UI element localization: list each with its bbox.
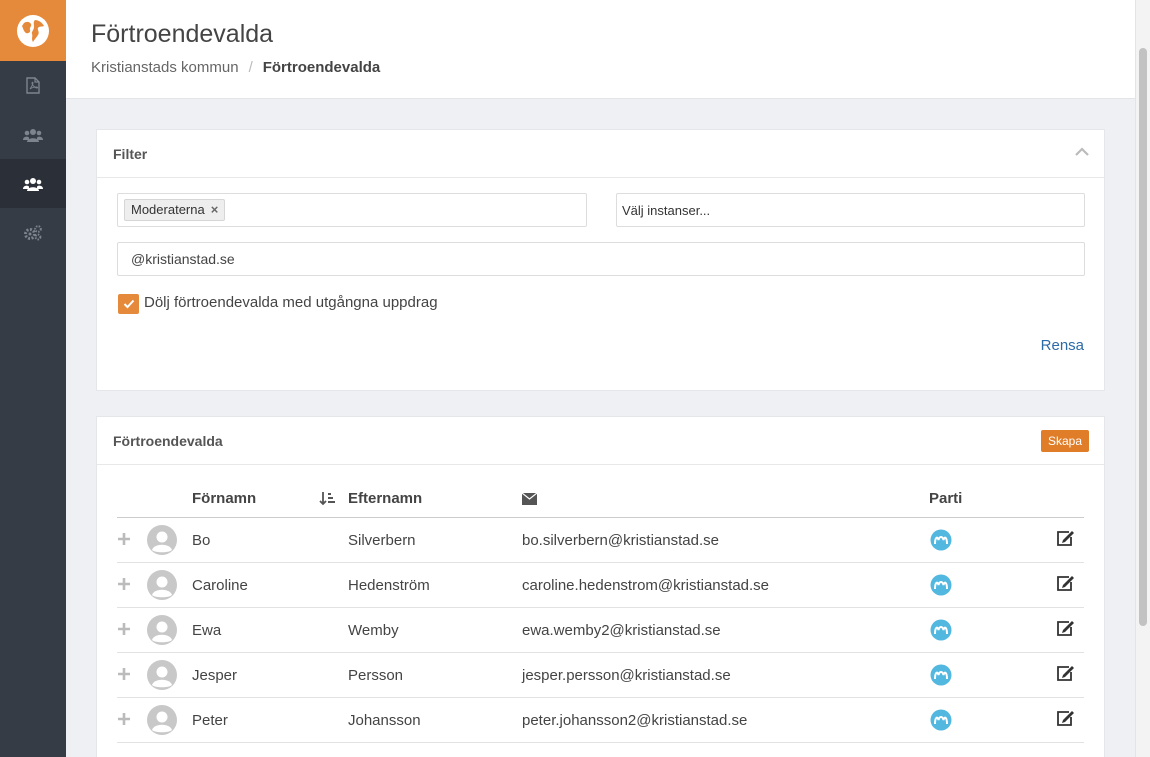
- cell-firstname: Peter: [192, 712, 228, 729]
- expand-plus-icon[interactable]: [117, 622, 131, 636]
- avatar-icon: [147, 615, 177, 645]
- edit-icon[interactable]: [1055, 619, 1075, 637]
- create-button[interactable]: Skapa: [1040, 430, 1089, 452]
- table-row[interactable]: Bo Silverbern bo.silverbern@kristianstad…: [117, 518, 1084, 563]
- breadcrumb: Kristianstads kommun / Förtroendevalda: [91, 59, 380, 76]
- column-firstname[interactable]: Förnamn: [192, 490, 256, 507]
- logo[interactable]: [0, 0, 66, 61]
- breadcrumb-separator: /: [248, 59, 253, 76]
- avatar-icon: [147, 705, 177, 735]
- cell-email[interactable]: peter.johansson2@kristianstad.se: [522, 712, 747, 729]
- avatar-icon: [147, 570, 177, 600]
- cell-email[interactable]: bo.silverbern@kristianstad.se: [522, 532, 719, 549]
- expand-plus-icon[interactable]: [117, 532, 131, 546]
- edit-icon[interactable]: [1055, 529, 1075, 547]
- table-row[interactable]: Caroline Hedenström caroline.hedenstrom@…: [117, 563, 1084, 608]
- check-icon: [123, 299, 134, 309]
- cogs-icon: [24, 224, 42, 240]
- sidebar-item-pdf[interactable]: [0, 61, 66, 110]
- hide-expired-checkbox[interactable]: [118, 294, 139, 314]
- cell-lastname: Johansson: [348, 712, 421, 729]
- cell-email[interactable]: caroline.hedenstrom@kristianstad.se: [522, 577, 769, 594]
- globe-logo-icon: [17, 14, 49, 47]
- cell-lastname: Wemby: [348, 622, 399, 639]
- party-tag: Moderaterna ×: [124, 199, 226, 221]
- table-row[interactable]: Ewa Wemby ewa.wemby2@kristianstad.se: [117, 608, 1084, 653]
- clear-filter-link[interactable]: Rensa: [1041, 337, 1084, 354]
- cell-email[interactable]: jesper.persson@kristianstad.se: [522, 667, 731, 684]
- list-panel-header: Förtroendevalda Skapa: [97, 417, 1104, 465]
- cell-firstname: Caroline: [192, 577, 248, 594]
- instances-placeholder: Välj instanser...: [622, 203, 711, 218]
- filter-panel: Filter Moderaterna × Välj instanser... @k…: [96, 129, 1105, 391]
- sidebar: [0, 0, 66, 757]
- scrollbar-thumb[interactable]: [1139, 48, 1147, 626]
- sidebar-item-groups[interactable]: [0, 110, 66, 159]
- hide-expired-label[interactable]: Dölj förtroendevalda med utgångna uppdra…: [144, 294, 438, 311]
- sidebar-item-settings[interactable]: [0, 208, 66, 257]
- filter-title: Filter: [113, 146, 148, 162]
- filter-panel-header[interactable]: Filter: [97, 130, 1104, 178]
- moderaterna-party-icon: [930, 529, 952, 551]
- chevron-up-icon[interactable]: [1075, 147, 1089, 156]
- column-party[interactable]: Parti: [929, 490, 962, 507]
- moderaterna-party-icon: [930, 619, 952, 641]
- avatar-icon: [147, 525, 177, 555]
- expand-plus-icon[interactable]: [117, 712, 131, 726]
- edit-icon[interactable]: [1055, 574, 1075, 592]
- list-title: Förtroendevalda: [113, 433, 223, 449]
- group-icon: [23, 177, 43, 191]
- party-tag-label: Moderaterna: [131, 202, 205, 217]
- breadcrumb-current: Förtroendevalda: [262, 59, 381, 76]
- tag-remove-icon[interactable]: ×: [211, 202, 219, 217]
- expand-plus-icon[interactable]: [117, 667, 131, 681]
- cell-email[interactable]: ewa.wemby2@kristianstad.se: [522, 622, 721, 639]
- party-select[interactable]: Moderaterna ×: [117, 193, 587, 227]
- expand-plus-icon[interactable]: [117, 577, 131, 591]
- pdf-icon: [26, 77, 40, 94]
- email-filter-value: @kristianstad.se: [131, 251, 235, 267]
- table-row[interactable]: Peter Johansson peter.johansson2@kristia…: [117, 698, 1084, 743]
- group-icon: [23, 128, 43, 142]
- avatar-icon: [147, 660, 177, 690]
- cell-lastname: Persson: [348, 667, 404, 684]
- column-lastname[interactable]: Efternamn: [348, 490, 422, 507]
- cell-firstname: Jesper: [192, 667, 238, 684]
- moderaterna-party-icon: [930, 709, 952, 731]
- cell-firstname: Ewa: [192, 622, 222, 639]
- moderaterna-party-icon: [930, 664, 952, 686]
- instances-select[interactable]: Välj instanser...: [616, 193, 1085, 227]
- page-title: Förtroendevalda: [91, 20, 274, 48]
- envelope-icon: [522, 493, 537, 505]
- edit-icon[interactable]: [1055, 709, 1075, 727]
- cell-lastname: Hedenström: [348, 577, 430, 594]
- edit-icon[interactable]: [1055, 664, 1075, 682]
- moderaterna-party-icon: [930, 574, 952, 596]
- elected-list-panel: Förtroendevalda Skapa Förnamn Efternamn …: [96, 416, 1105, 757]
- page-header: Förtroendevalda Kristianstads kommun / För…: [66, 0, 1135, 99]
- sort-alpha-icon[interactable]: [319, 491, 335, 506]
- cell-lastname: Silverbern: [348, 532, 416, 549]
- sidebar-item-elected[interactable]: [0, 159, 66, 208]
- email-filter-input[interactable]: @kristianstad.se: [117, 242, 1085, 276]
- cell-firstname: Bo: [192, 532, 211, 549]
- table-row[interactable]: Jesper Persson jesper.persson@kristianst…: [117, 653, 1084, 698]
- breadcrumb-home[interactable]: Kristianstads kommun: [91, 59, 239, 76]
